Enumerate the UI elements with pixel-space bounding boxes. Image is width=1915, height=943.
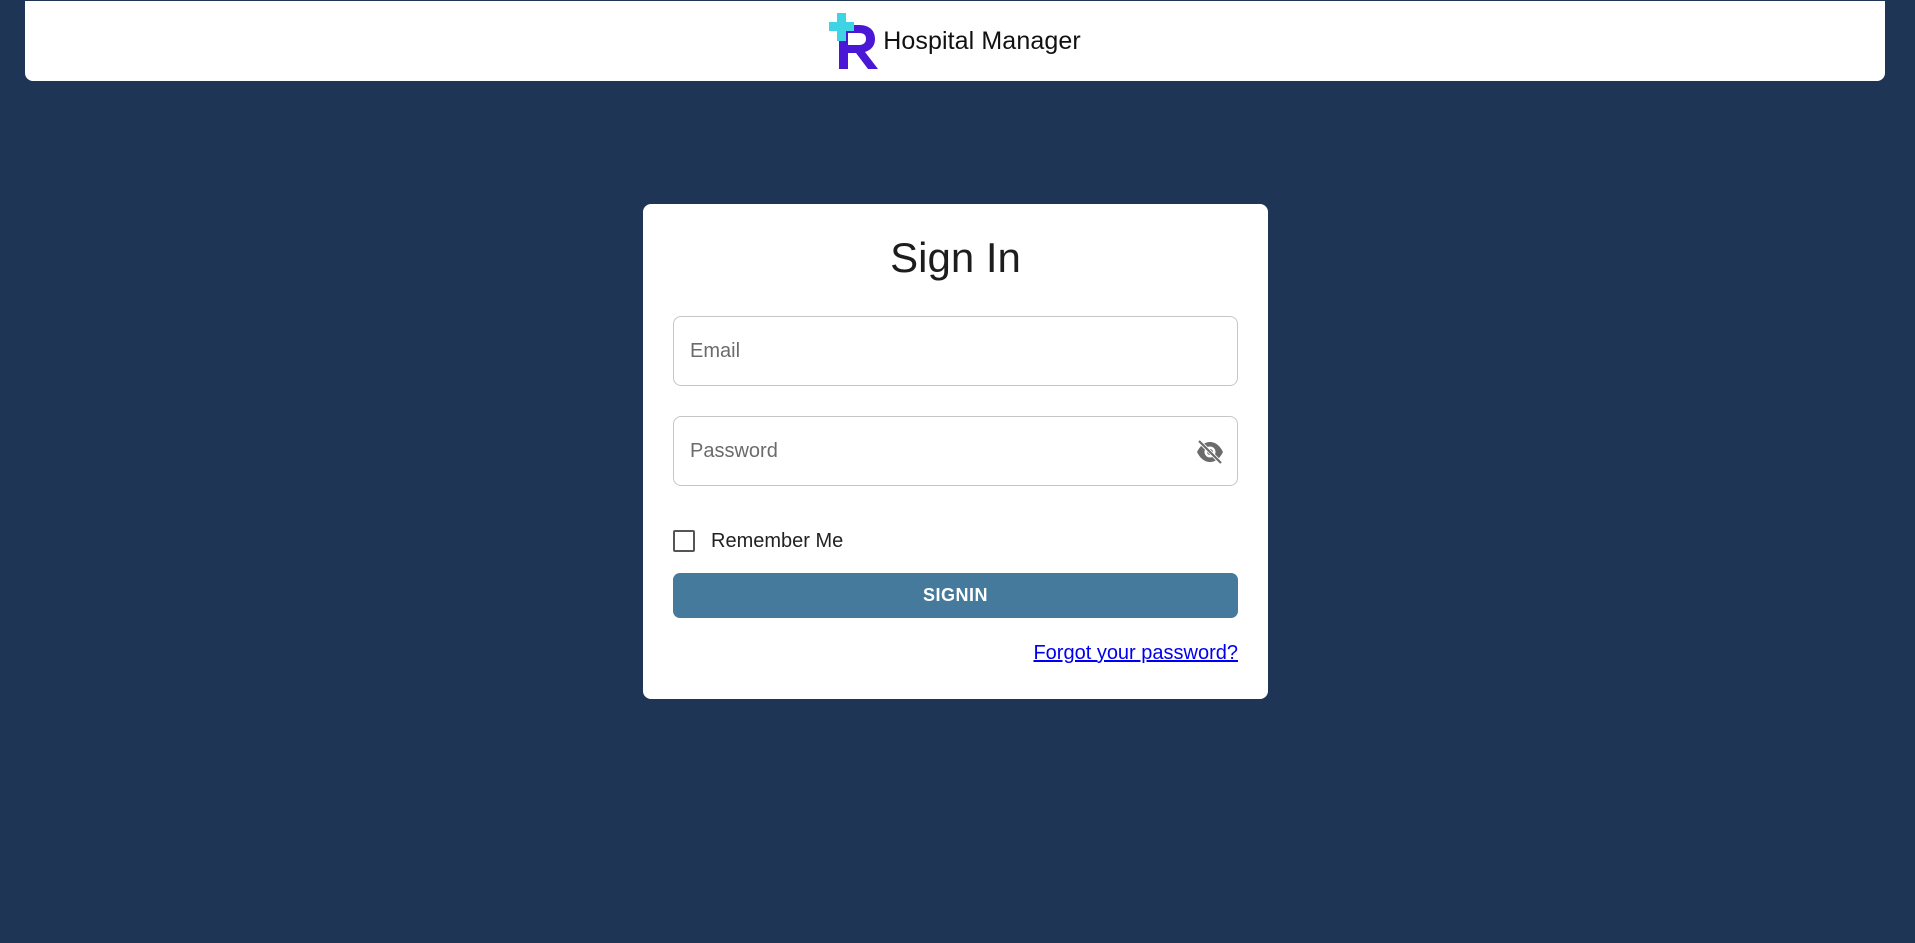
email-input[interactable] — [674, 317, 1237, 385]
hospital-logo-icon — [829, 13, 879, 69]
remember-me[interactable]: Remember Me — [673, 525, 843, 557]
brand: Hospital Manager — [829, 11, 1081, 71]
remember-me-label: Remember Me — [711, 529, 844, 552]
forgot-password-link[interactable]: Forgot your password? — [1033, 642, 1238, 665]
password-field-container — [673, 416, 1238, 486]
email-field-container — [673, 316, 1238, 386]
remember-me-checkbox[interactable] — [673, 530, 695, 552]
signin-button[interactable]: SIGNIN — [673, 573, 1238, 618]
password-input[interactable] — [674, 417, 1237, 485]
top-header: Hospital Manager — [25, 1, 1885, 81]
eye-off-icon[interactable] — [1195, 438, 1225, 466]
app-title: Hospital Manager — [883, 26, 1081, 55]
signin-title: Sign In — [890, 234, 1021, 281]
login-page: Hospital Manager Sign In Remember Me SIG… — [0, 0, 1915, 943]
signin-card: Sign In Remember Me SIGNIN Forgot your p… — [643, 204, 1268, 699]
